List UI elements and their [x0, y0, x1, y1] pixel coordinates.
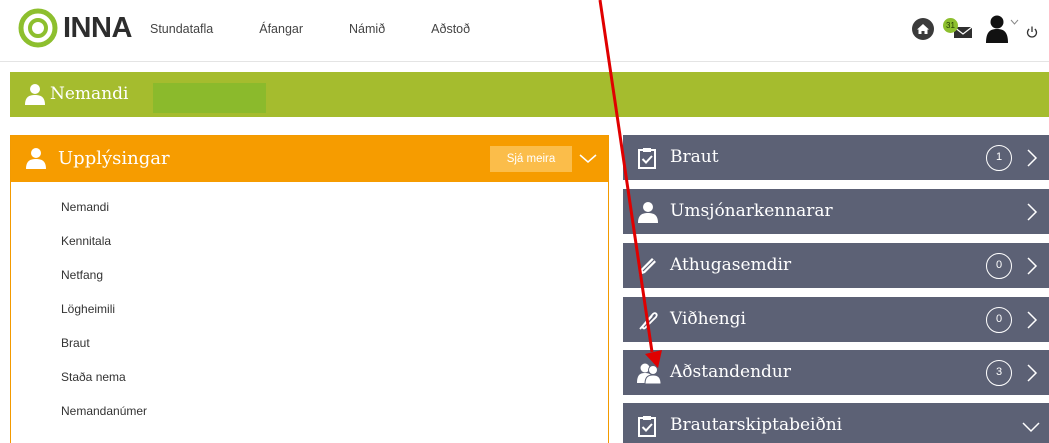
- panel-adstandendur[interactable]: Aðstandendur 3: [623, 350, 1049, 395]
- count-badge: 0: [986, 307, 1012, 333]
- info-item-nemandanumer: Nemandanúmer: [61, 404, 148, 418]
- pencil-icon: [639, 258, 658, 275]
- top-navigation-bar: INNA Stundatafla Áfangar Námið Aðstoð 31: [0, 0, 1049, 62]
- mail-button[interactable]: 31: [943, 17, 975, 41]
- chevron-right-icon: [1027, 257, 1038, 275]
- student-title: Nemandi: [50, 84, 129, 104]
- info-item-nemandi: Nemandi: [61, 200, 110, 214]
- chevron-right-icon: [1027, 203, 1038, 221]
- logo-text: INNA: [63, 11, 132, 44]
- info-item-braut: Braut: [61, 336, 90, 350]
- inna-logo[interactable]: INNA: [18, 8, 132, 48]
- nav-stundatafla[interactable]: Stundatafla: [150, 22, 213, 36]
- inna-logo-icon: [18, 8, 58, 48]
- info-panel-header[interactable]: Upplýsingar Sjá meira: [11, 136, 608, 182]
- mail-badge: 31: [943, 18, 958, 33]
- panel-braut[interactable]: Braut 1: [623, 135, 1049, 180]
- info-list: Nemandi Kennitala Netfang Lögheimili Bra…: [61, 200, 147, 438]
- user-icon: [26, 148, 46, 169]
- panel-title: Viðhengi: [670, 309, 746, 329]
- panel-vidhengi[interactable]: Viðhengi 0: [623, 297, 1049, 342]
- home-icon[interactable]: [911, 17, 935, 41]
- clipboard-check-icon: [638, 148, 656, 169]
- count-badge: 3: [986, 360, 1012, 386]
- chevron-down-icon: [1022, 422, 1040, 433]
- nav-namid[interactable]: Námið: [349, 22, 385, 36]
- see-more-button[interactable]: Sjá meira: [490, 146, 572, 172]
- count-badge: 1: [986, 145, 1012, 171]
- nav-afangar[interactable]: Áfangar: [259, 22, 303, 36]
- panel-title: Braut: [670, 147, 719, 167]
- info-item-stada-nema: Staða nema: [61, 370, 126, 384]
- user-icon: [25, 84, 45, 105]
- info-item-kennitala: Kennitala: [61, 234, 112, 248]
- panel-athugasemdir[interactable]: Athugasemdir 0: [623, 243, 1049, 288]
- paperclip-icon: [639, 312, 658, 330]
- top-icons: 31: [911, 14, 1039, 44]
- panel-title: Aðstandendur: [670, 362, 792, 382]
- info-panel-title: Upplýsingar: [58, 148, 170, 169]
- power-icon[interactable]: [1025, 25, 1039, 39]
- clipboard-check-icon: [638, 416, 656, 437]
- main-nav: Stundatafla Áfangar Námið Aðstoð: [150, 22, 516, 36]
- nav-adstod[interactable]: Aðstoð: [431, 22, 470, 36]
- count-badge: 0: [986, 253, 1012, 279]
- users-icon: [637, 363, 662, 384]
- info-item-logheimili: Lögheimili: [61, 302, 116, 316]
- chevron-right-icon: [1027, 149, 1038, 167]
- panel-title: Brautarskiptabeiðni: [670, 415, 843, 435]
- panel-brautarskiptabeidni[interactable]: Brautarskiptabeiðni: [623, 403, 1049, 443]
- info-item-netfang: Netfang: [61, 268, 104, 282]
- student-name-redacted: [153, 83, 266, 113]
- info-panel: Upplýsingar Sjá meira Nemandi Kennitala …: [10, 135, 609, 443]
- student-header-bar: Nemandi: [10, 72, 1049, 117]
- panel-title: Umsjónarkennarar: [670, 201, 833, 221]
- panel-title: Athugasemdir: [670, 255, 792, 275]
- user-icon: [638, 202, 658, 223]
- chevron-right-icon: [1027, 311, 1038, 329]
- chevron-down-icon[interactable]: [576, 147, 600, 169]
- user-profile-icon[interactable]: [985, 14, 1019, 44]
- panel-umsjonarkennarar[interactable]: Umsjónarkennarar: [623, 189, 1049, 234]
- chevron-right-icon: [1027, 364, 1038, 382]
